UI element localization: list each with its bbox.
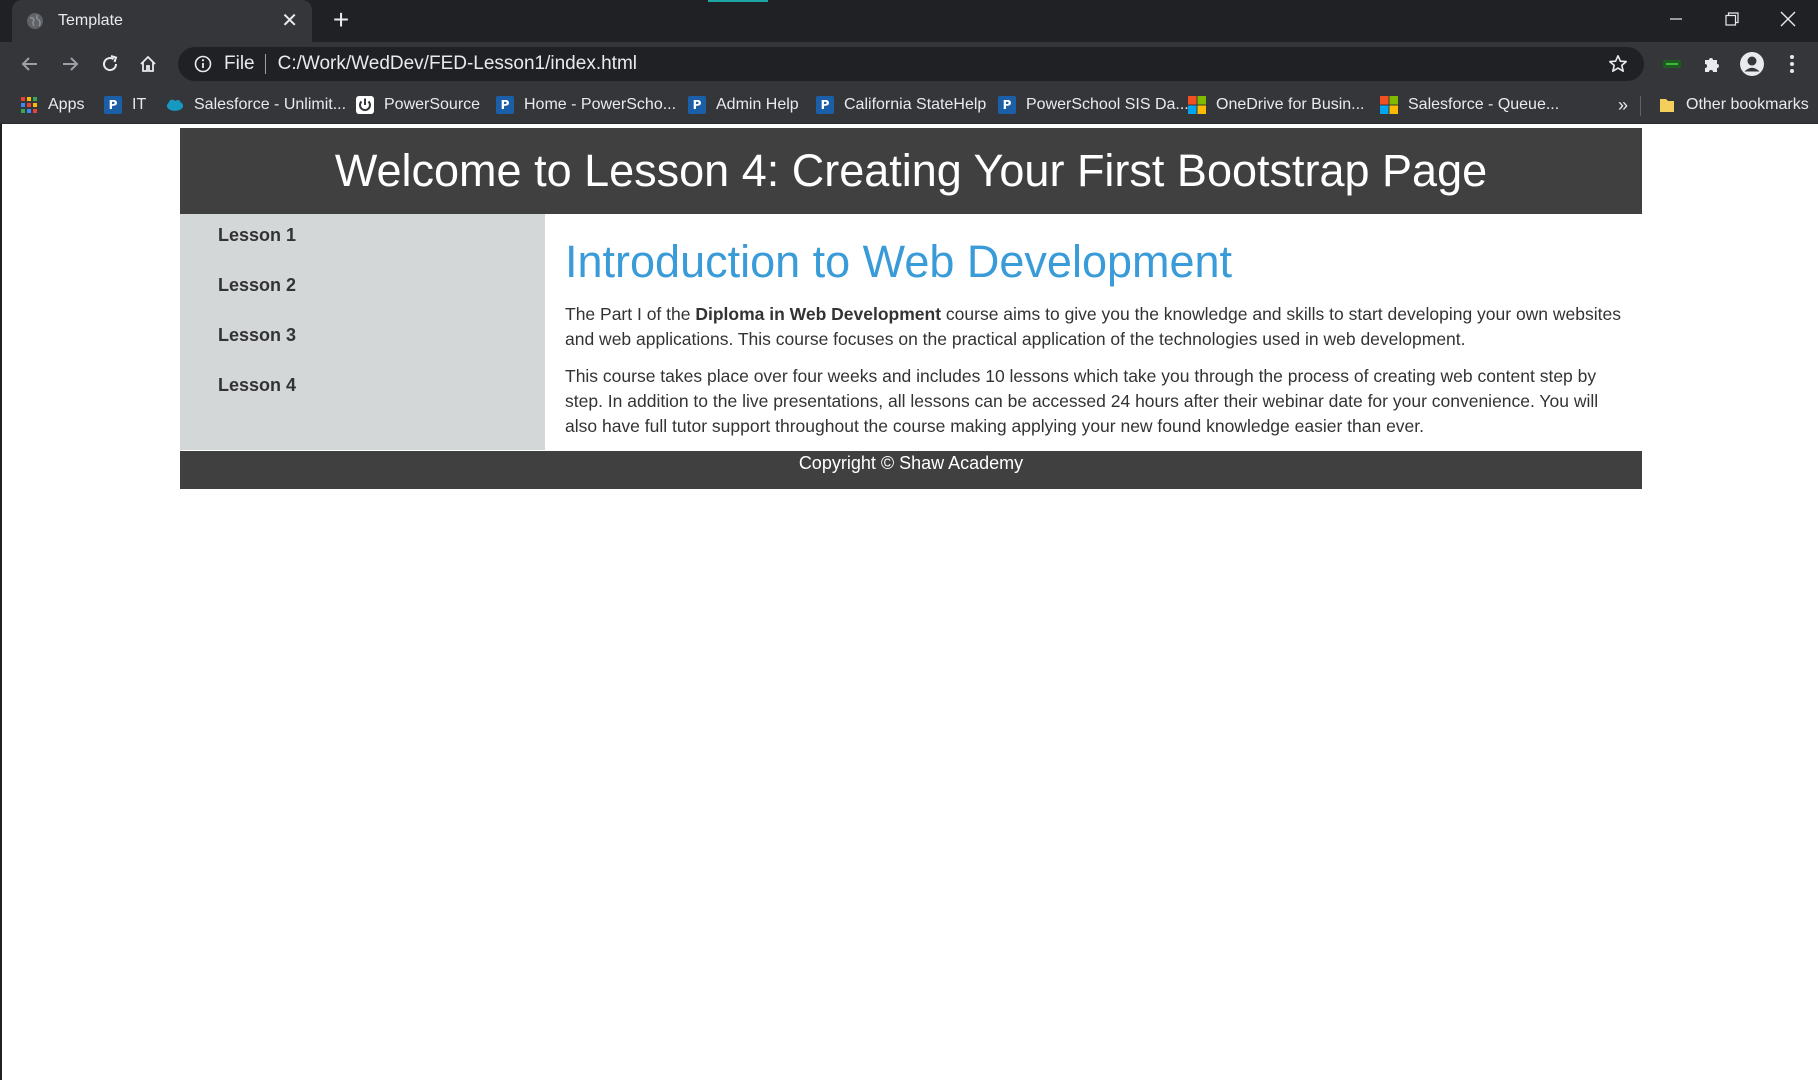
sidebar-nav: Lesson 1 Lesson 2 Lesson 3 Lesson 4	[180, 214, 545, 450]
powerschool-icon: P	[104, 96, 122, 114]
main-heading: Introduction to Web Development	[565, 236, 1233, 287]
profile-avatar-icon[interactable]	[1738, 50, 1766, 78]
url-text[interactable]: C:/Work/WedDev/FED-Lesson1/index.html	[278, 53, 1608, 75]
close-window-icon[interactable]	[1760, 0, 1816, 38]
bookmark-label: Admin Help	[716, 96, 799, 113]
bookmarks-bar: Apps P IT Salesforce - Unlimit... PowerS…	[0, 86, 1818, 124]
apps-grid-icon	[20, 96, 38, 114]
powerschool-icon: P	[816, 96, 834, 114]
schedule-paragraph: This course takes place over four weeks …	[565, 366, 1599, 436]
main-content: Introduction to Web Development The Part…	[545, 214, 1642, 451]
bookmark-onedrive[interactable]: OneDrive for Busin...	[1188, 94, 1365, 116]
content-row: Lesson 1 Lesson 2 Lesson 3 Lesson 4 Intr…	[180, 214, 1642, 451]
powersource-icon	[356, 96, 374, 114]
bookmark-california-statehelp[interactable]: P California StateHelp	[816, 94, 986, 116]
powerschool-icon: P	[688, 96, 706, 114]
bookmark-label: IT	[132, 96, 147, 113]
sidebar-item-lesson-4[interactable]: Lesson 4	[180, 374, 545, 424]
page-header: Welcome to Lesson 4: Creating Your First…	[180, 128, 1642, 214]
intro-text-start: The Part I of the	[565, 304, 696, 324]
bookmark-powerschool-sis[interactable]: P PowerSchool SIS Da...	[998, 94, 1189, 116]
bookmark-it[interactable]: P IT	[104, 94, 146, 116]
page-footer: Copyright © Shaw Academy	[180, 451, 1642, 489]
course-name-bold: Diploma in Web Development	[695, 304, 942, 324]
minimize-icon[interactable]	[1648, 0, 1704, 38]
bookmark-other-bookmarks[interactable]: Other bookmarks	[1658, 94, 1809, 116]
bookmark-admin-help[interactable]: P Admin Help	[688, 94, 799, 116]
bookmark-label: Salesforce - Unlimit...	[194, 96, 347, 113]
bookmark-salesforce-unlimited[interactable]: Salesforce - Unlimit...	[166, 94, 346, 116]
address-bar[interactable]: File C:/Work/WedDev/FED-Lesson1/index.ht…	[178, 47, 1644, 81]
page-viewport: Welcome to Lesson 4: Creating Your First…	[2, 124, 1818, 1080]
copyright-text: Copyright © Shaw Academy	[798, 453, 1024, 473]
bookmark-label: Home - PowerScho...	[524, 96, 677, 113]
bookmark-apps[interactable]: Apps	[20, 94, 84, 116]
bookmarks-overflow-chevron-icon[interactable]: »	[1618, 94, 1628, 116]
microsoft-icon	[1188, 96, 1206, 114]
overflow-label: »	[1618, 94, 1629, 115]
puzzle-icon[interactable]	[1698, 50, 1726, 78]
tab-close-icon[interactable]: ✕	[281, 11, 298, 31]
info-icon[interactable]	[194, 55, 212, 73]
browser-title-bar: Template ✕ +	[0, 0, 1818, 42]
extension-icon[interactable]	[1658, 50, 1686, 78]
bookmark-label: OneDrive for Busin...	[1216, 96, 1365, 113]
reload-icon[interactable]	[96, 50, 124, 78]
intro-paragraph: The Part I of the Diploma in Web Develop…	[565, 302, 1622, 352]
restore-icon[interactable]	[1704, 0, 1760, 38]
menu-kebab-icon[interactable]	[1778, 50, 1806, 78]
bookmark-label: Apps	[48, 96, 85, 113]
page-container: Welcome to Lesson 4: Creating Your First…	[180, 128, 1642, 489]
powerschool-icon: P	[496, 96, 514, 114]
url-separator	[264, 54, 266, 74]
new-tab-plus-icon[interactable]: +	[326, 6, 356, 36]
sidebar-item-lesson-1[interactable]: Lesson 1	[180, 224, 545, 274]
bookmark-label: Other bookmarks	[1686, 96, 1809, 113]
sidebar-item-lesson-2[interactable]: Lesson 2	[180, 274, 545, 324]
forward-arrow-icon[interactable]	[56, 50, 84, 78]
bookmark-star-icon[interactable]	[1608, 54, 1628, 74]
bookmark-label: California StateHelp	[844, 96, 987, 113]
powerschool-icon: P	[998, 96, 1016, 114]
back-arrow-icon[interactable]	[16, 50, 44, 78]
browser-toolbar: File C:/Work/WedDev/FED-Lesson1/index.ht…	[0, 42, 1818, 86]
url-scheme: File	[224, 53, 255, 74]
bookmark-label: PowerSchool SIS Da...	[1026, 96, 1189, 113]
folder-icon	[1658, 96, 1676, 114]
bookmark-label: PowerSource	[384, 96, 481, 113]
browser-tab[interactable]: Template ✕	[12, 0, 312, 42]
bookmark-salesforce-queue[interactable]: Salesforce - Queue...	[1380, 94, 1559, 116]
bookmark-label: Salesforce - Queue...	[1408, 96, 1560, 113]
page-title: Welcome to Lesson 4: Creating Your First…	[334, 145, 1488, 196]
sidebar-item-lesson-3[interactable]: Lesson 3	[180, 324, 545, 374]
tab-title: Template	[58, 12, 123, 29]
bookmark-powersource[interactable]: PowerSource	[356, 94, 480, 116]
home-icon[interactable]	[134, 50, 162, 78]
tab-strip-accent	[708, 0, 768, 2]
globe-icon	[27, 13, 43, 29]
salesforce-cloud-icon	[166, 96, 184, 114]
bookmarks-separator	[1640, 96, 1641, 116]
bookmark-home-powerschool[interactable]: P Home - PowerScho...	[496, 94, 676, 116]
microsoft-icon	[1380, 96, 1398, 114]
